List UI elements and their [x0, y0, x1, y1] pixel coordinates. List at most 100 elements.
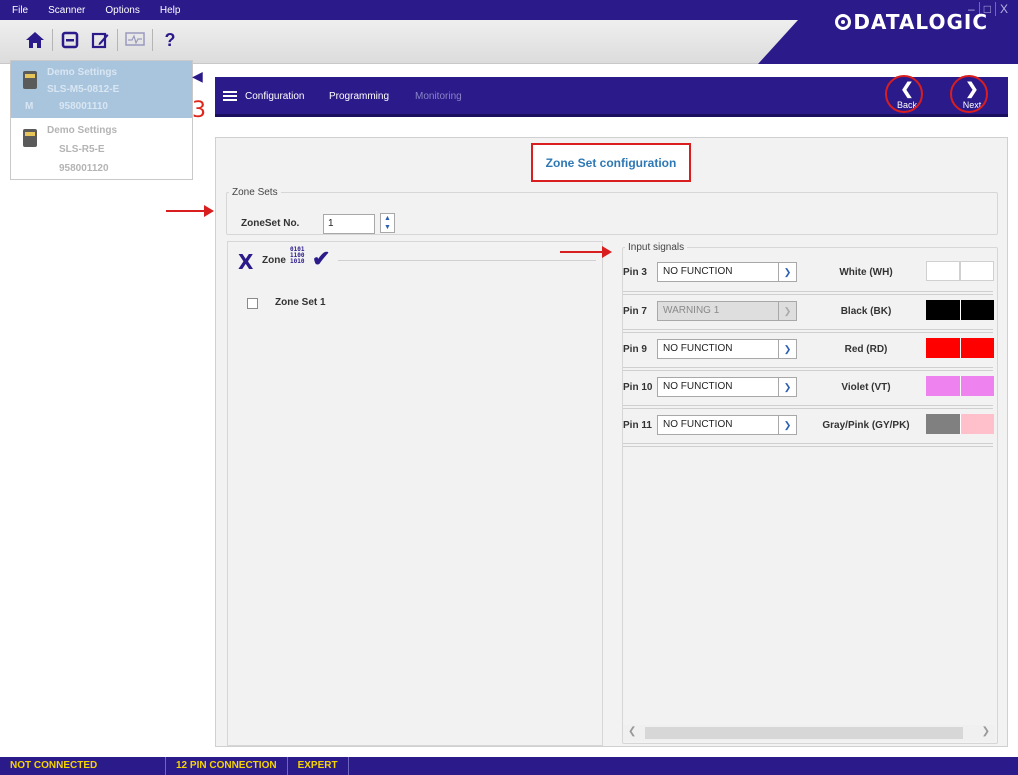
- wire-color-label: Red (RD): [844, 344, 888, 355]
- scroll-right-icon[interactable]: ❯: [982, 726, 990, 737]
- divider: [338, 260, 596, 261]
- chevron-down-icon: ❯: [778, 378, 796, 396]
- pin-function-select[interactable]: NO FUNCTION ❯: [657, 377, 797, 397]
- monitor-icon[interactable]: [122, 28, 148, 52]
- zoneset-number-stepper[interactable]: ▲ ▼: [380, 213, 395, 233]
- pin-row: Pin 9 NO FUNCTION ❯ Red (RD): [623, 329, 994, 367]
- wire-color-swatch: [926, 376, 960, 396]
- wire-color-swatch: [960, 300, 994, 320]
- close-button[interactable]: X: [994, 2, 1012, 16]
- zone-set-label: Zone Set 1: [275, 297, 326, 308]
- chevron-down-icon: ❯: [778, 340, 796, 358]
- chevron-down-icon: ❯: [778, 263, 796, 281]
- user-level-status: EXPERT: [288, 757, 349, 775]
- wire-color-swatch: [926, 338, 960, 358]
- device-model: SLS-M5-0812-E: [47, 84, 120, 95]
- pin-label: Pin 11: [623, 420, 652, 431]
- pin-function-value: NO FUNCTION: [663, 343, 733, 354]
- zone-header-label: Zone: [262, 255, 286, 266]
- zone-set-checkbox[interactable]: [247, 298, 258, 309]
- pin-label: Pin 9: [623, 344, 647, 355]
- pin-function-value: NO FUNCTION: [663, 266, 733, 277]
- scanner-device-icon: [23, 129, 37, 147]
- menu-options[interactable]: Options: [95, 5, 149, 16]
- back-highlight-circle: [885, 75, 923, 113]
- nav-bar: Configuration Programming Monitoring ❮ B…: [215, 75, 1008, 117]
- logo-mark-icon: [835, 14, 852, 30]
- device-tag: M: [25, 101, 34, 112]
- scanner-device-icon: [23, 71, 37, 89]
- wire-color-swatch: [926, 261, 960, 281]
- binary-code-icon[interactable]: 0101 1100 1010: [290, 247, 304, 265]
- wire-color-label: Black (BK): [840, 306, 892, 317]
- device-list: Demo Settings SLS-M5-0812-E M 958001110 …: [10, 60, 193, 180]
- wire-color-swatch: [926, 414, 960, 434]
- pin-row: Pin 10 NO FUNCTION ❯ Violet (VT): [623, 367, 994, 405]
- datalogic-logo: DATALOGIC: [835, 10, 988, 34]
- home-icon[interactable]: [22, 28, 48, 52]
- chevron-down-icon: ❯: [778, 302, 796, 320]
- divider: [623, 443, 993, 447]
- pin-function-select[interactable]: WARNING 1 ❯: [657, 301, 797, 321]
- input-signals-group: Input signals Pin 3 NO FUNCTION ❯ White (…: [622, 242, 998, 744]
- logo-text: DATALOGIC: [853, 10, 988, 34]
- checkmark-icon[interactable]: ✔: [312, 246, 330, 272]
- pin-connection-status: 12 PIN CONNECTION: [166, 757, 288, 775]
- horizontal-scrollbar[interactable]: ❮ ❯: [623, 725, 995, 741]
- pin-label: Pin 3: [623, 267, 647, 278]
- wire-color-label: Gray/Pink (GY/PK): [822, 420, 910, 431]
- pin-function-select[interactable]: NO FUNCTION ❯: [657, 415, 797, 435]
- pin-label: Pin 10: [623, 382, 653, 393]
- help-icon[interactable]: ?: [157, 28, 183, 52]
- scrollbar-thumb[interactable]: [645, 727, 963, 739]
- device-item[interactable]: Demo Settings SLS-M5-0812-E M 958001110: [11, 61, 192, 118]
- wire-color-label: White (WH): [839, 267, 893, 278]
- pin-function-value: WARNING 1: [663, 305, 720, 316]
- device-serial: 958001110: [59, 101, 108, 112]
- input-signals-legend: Input signals: [628, 242, 685, 253]
- page-title: Zone Set configuration: [531, 143, 691, 182]
- chevron-down-icon: ❯: [778, 416, 796, 434]
- zone-panel: X Zone 0101 1100 1010 ✔ Zone Set 1: [227, 241, 603, 746]
- zone-sets-legend: Zone Sets: [232, 187, 278, 198]
- toolbar-separator: [117, 29, 118, 51]
- menu-file[interactable]: File: [0, 5, 38, 16]
- device-name: Demo Settings: [47, 67, 118, 78]
- pin-function-value: NO FUNCTION: [663, 419, 733, 430]
- device-item[interactable]: Demo Settings SLS-R5-E 958001120: [11, 119, 192, 176]
- device-model: SLS-R5-E: [59, 144, 105, 155]
- wire-color-swatch: [960, 338, 994, 358]
- main-panel: Zone Set configuration Zone Sets ZoneSet…: [215, 137, 1008, 747]
- connection-status: NOT CONNECTED: [0, 757, 166, 775]
- pin-row: Pin 3 NO FUNCTION ❯ White (WH): [623, 253, 994, 291]
- toolbar-separator: [152, 29, 153, 51]
- pin-function-value: NO FUNCTION: [663, 381, 733, 392]
- next-highlight-circle: [950, 75, 988, 113]
- wire-color-swatch: [926, 300, 960, 320]
- pin-function-select[interactable]: NO FUNCTION ❯: [657, 262, 797, 282]
- annotation-arrow-icon: [166, 205, 214, 217]
- wire-color-swatch: [960, 376, 994, 396]
- menu-scanner[interactable]: Scanner: [38, 5, 95, 16]
- wire-color-swatch: [960, 261, 994, 281]
- tab-configuration[interactable]: Configuration: [245, 91, 304, 102]
- wire-color-label: Violet (VT): [841, 382, 891, 393]
- wire-color-swatch: [960, 414, 994, 434]
- pin-label: Pin 7: [623, 306, 647, 317]
- tab-monitoring[interactable]: Monitoring: [415, 91, 462, 102]
- annotation-arrow-icon: [560, 246, 612, 258]
- scroll-left-icon[interactable]: ❮: [628, 726, 636, 737]
- edit-icon[interactable]: [87, 28, 113, 52]
- collapse-arrow-icon[interactable]: ◀: [192, 68, 203, 85]
- menu-help[interactable]: Help: [150, 5, 191, 16]
- device-name: Demo Settings: [47, 125, 118, 136]
- toolbar-separator: [52, 29, 53, 51]
- hamburger-menu-icon[interactable]: [223, 91, 237, 101]
- step-number-annotation: 3: [192, 98, 206, 123]
- tab-programming[interactable]: Programming: [329, 91, 389, 102]
- pin-row: Pin 7 WARNING 1 ❯ Black (BK): [623, 291, 994, 329]
- pin-function-select[interactable]: NO FUNCTION ❯: [657, 339, 797, 359]
- clear-zone-icon[interactable]: X: [238, 250, 253, 274]
- zoneset-number-input[interactable]: 1: [323, 214, 375, 234]
- save-icon[interactable]: [57, 28, 83, 52]
